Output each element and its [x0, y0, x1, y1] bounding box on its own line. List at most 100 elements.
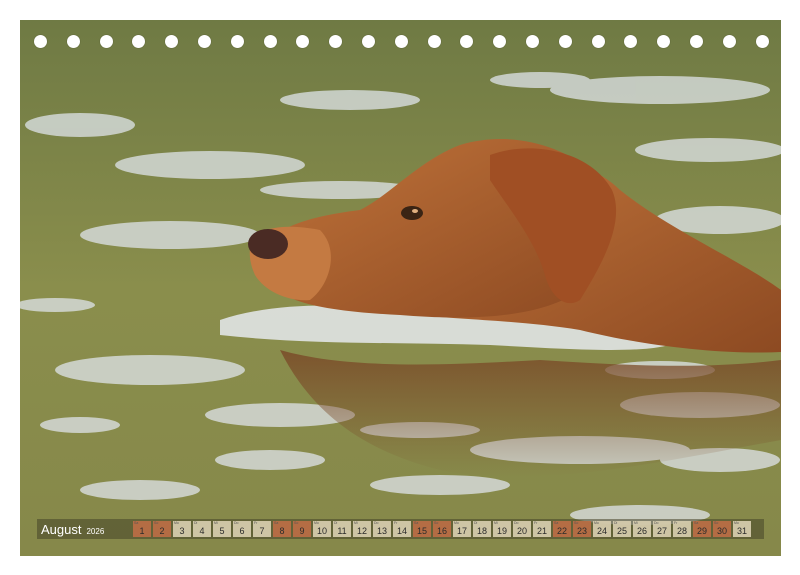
day-number: 12	[356, 526, 367, 536]
day-number: 18	[476, 526, 487, 536]
weekday-label: Do	[654, 521, 659, 525]
day-cell: Mo 31	[733, 521, 751, 537]
binding-hole	[624, 35, 638, 48]
weekday-label: Mo	[594, 521, 599, 525]
weekday-label: Mo	[734, 521, 739, 525]
weekday-label: Di	[474, 521, 478, 525]
weekday-label: Mi	[634, 521, 638, 525]
day-cell: Di 18	[473, 521, 491, 537]
day-cell: Fr 14	[393, 521, 411, 537]
weekday-label: Sa	[694, 521, 699, 525]
day-number: 8	[279, 526, 285, 536]
day-cells: Sa 1 So 2 Mo 3 Di 4 Mi 5 Do 6 Fr 7 Sa 8 So 9 Mo 10 Di 11 Mi 12 D…	[133, 521, 751, 537]
day-number: 13	[376, 526, 387, 536]
day-cell: Mo 10	[313, 521, 331, 537]
day-cell: Mi 26	[633, 521, 651, 537]
day-cell: Fr 21	[533, 521, 551, 537]
weekday-label: Mi	[214, 521, 218, 525]
weekday-label: Do	[374, 521, 379, 525]
calendar-photo	[20, 20, 781, 556]
day-number: 29	[696, 526, 707, 536]
day-cell: Sa 15	[413, 521, 431, 537]
day-number: 30	[716, 526, 727, 536]
day-number: 17	[456, 526, 467, 536]
binding-hole	[427, 35, 441, 48]
weekday-label: Fr	[534, 521, 538, 525]
weekday-label: Fr	[254, 521, 258, 525]
binding-hole	[34, 35, 47, 48]
binding-hole	[230, 35, 244, 48]
weekday-label: Mi	[354, 521, 358, 525]
day-number: 22	[556, 526, 567, 536]
month-calendar-strip: August 2026 Sa 1 So 2 Mo 3 Di 4 Mi 5 Do 6 Fr 7 Sa 8 So 9 M…	[37, 519, 764, 539]
day-number: 2	[159, 526, 165, 536]
day-number: 11	[337, 526, 347, 536]
weekday-label: Sa	[134, 521, 139, 525]
day-cell: Di 11	[333, 521, 351, 537]
day-cell: Do 13	[373, 521, 391, 537]
year-label: 2026	[86, 526, 105, 536]
weekday-label: So	[714, 521, 719, 525]
day-number: 19	[496, 526, 507, 536]
month-name: August	[41, 521, 82, 537]
weekday-label: So	[154, 521, 159, 525]
day-cell: Mo 3	[173, 521, 191, 537]
day-number: 25	[616, 526, 627, 536]
day-number: 20	[516, 526, 527, 536]
day-cell: So 16	[433, 521, 451, 537]
weekday-label: So	[574, 521, 579, 525]
weekday-label: Fr	[394, 521, 398, 525]
binding-hole	[690, 35, 703, 48]
weekday-label: Sa	[554, 521, 559, 525]
day-number: 3	[179, 526, 185, 536]
day-cell: So 23	[573, 521, 591, 537]
day-number: 24	[596, 526, 607, 536]
day-number: 10	[316, 526, 327, 536]
weekday-label: Do	[514, 521, 519, 525]
day-cell: Do 27	[653, 521, 671, 537]
day-cell: So 2	[153, 521, 171, 537]
weekday-label: So	[294, 521, 299, 525]
binding-hole	[394, 35, 408, 48]
binding-holes	[20, 33, 781, 51]
binding-hole	[66, 35, 80, 48]
weekday-label: Di	[334, 521, 338, 525]
day-cell: Fr 28	[673, 521, 691, 537]
day-number: 5	[219, 526, 225, 536]
binding-hole	[657, 35, 671, 48]
weekday-label: Sa	[274, 521, 279, 525]
day-cell: So 9	[293, 521, 311, 537]
binding-hole	[329, 35, 343, 48]
weekday-label: So	[434, 521, 439, 525]
weekday-label: Mo	[314, 521, 319, 525]
binding-hole	[198, 35, 211, 48]
day-cell: Mo 24	[593, 521, 611, 537]
day-number: 4	[199, 526, 205, 536]
day-cell: Sa 29	[693, 521, 711, 537]
day-number: 28	[676, 526, 687, 536]
binding-hole	[165, 35, 179, 48]
binding-hole	[526, 35, 539, 48]
day-number: 21	[536, 526, 547, 536]
day-cell: Di 4	[193, 521, 211, 537]
day-cell: Mi 5	[213, 521, 231, 537]
day-number: 14	[396, 526, 407, 536]
day-cell: So 30	[713, 521, 731, 537]
weekday-label: Fr	[674, 521, 678, 525]
day-number: 16	[436, 526, 447, 536]
day-number: 26	[636, 526, 647, 536]
day-cell: Fr 7	[253, 521, 271, 537]
weekday-label: Sa	[414, 521, 419, 525]
day-cell: Mi 12	[353, 521, 371, 537]
day-number: 31	[736, 526, 747, 536]
weekday-label: Di	[194, 521, 198, 525]
binding-hole	[722, 35, 736, 48]
day-cell: Sa 8	[273, 521, 291, 537]
binding-hole	[460, 35, 474, 48]
binding-hole	[558, 35, 572, 48]
day-cell: Do 20	[513, 521, 531, 537]
day-cell: Sa 22	[553, 521, 571, 537]
day-number: 9	[299, 526, 305, 536]
weekday-label: Do	[234, 521, 239, 525]
day-cell: Sa 1	[133, 521, 151, 537]
